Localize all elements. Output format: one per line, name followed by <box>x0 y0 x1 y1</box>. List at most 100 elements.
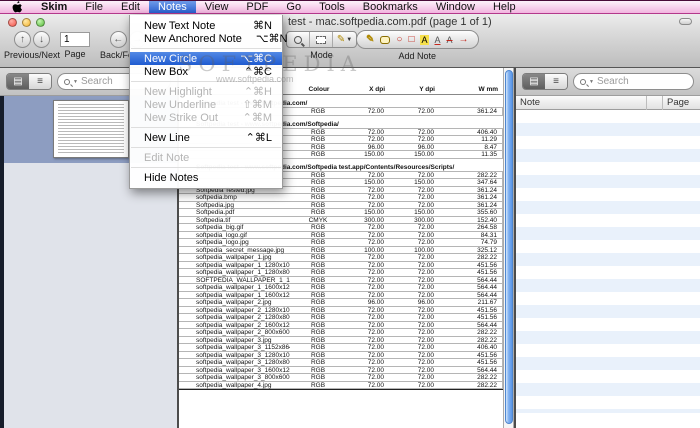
cell-ydpi: 150.00 <box>396 209 446 217</box>
cell-wmm: 564.44 <box>446 284 502 292</box>
cell-ydpi: 72.00 <box>396 108 446 116</box>
cell-wmm: 11.35 <box>446 151 502 159</box>
anchored-note-icon[interactable] <box>380 36 390 44</box>
cell-wmm: 451.56 <box>446 314 502 322</box>
cell-wmm: 564.44 <box>446 292 502 300</box>
menu-separator <box>131 127 281 128</box>
cell-xdpi: 72.00 <box>346 314 396 322</box>
notes-search-field[interactable]: ▼ <box>573 73 694 90</box>
outline-view-button[interactable]: ≡ <box>29 74 51 89</box>
table-row: softpedia_wallpaper_2_1600x1200.jpgRGB72… <box>179 321 503 330</box>
page-column-header[interactable]: Page <box>663 96 700 110</box>
menu-item-shortcut: ⌃⌘M <box>243 111 272 124</box>
menubar-item-help[interactable]: Help <box>484 1 525 13</box>
snapshots-icon: ≡ <box>553 76 559 87</box>
cell-xdpi: 72.00 <box>346 367 396 375</box>
page-thumbnail[interactable] <box>53 100 129 158</box>
menu-item-hide-notes[interactable]: Hide Notes <box>130 171 282 184</box>
menu-item-label: New Strike Out <box>144 112 218 124</box>
close-button[interactable] <box>8 18 17 27</box>
notes-panel-divider[interactable] <box>514 68 516 428</box>
cell-xdpi: 100.00 <box>346 247 396 255</box>
scrollbar-thumb[interactable] <box>505 70 513 424</box>
menu-item-label: New Line <box>144 132 190 144</box>
cell-xdpi: 72.00 <box>346 108 396 116</box>
menu-item-new-box[interactable]: New Box⌃⌘C <box>130 65 282 78</box>
menubar-item-file[interactable]: File <box>76 1 112 13</box>
menu-item-edit-note: Edit Note <box>130 151 282 164</box>
minimize-button[interactable] <box>22 18 31 27</box>
table-row: softpedia_wallpaper_2_800x600.jpgRGB72.0… <box>179 328 503 337</box>
thumbnail-view-button[interactable]: ▤ <box>7 74 29 89</box>
underline-note-icon[interactable]: A <box>435 35 441 45</box>
titlebar[interactable]: test - mac.softpedia.com.pdf (page 1 of … <box>0 14 700 30</box>
cell-ydpi: 72.00 <box>396 284 446 292</box>
cell-wmm: 451.56 <box>446 269 502 277</box>
next-page-button[interactable]: ↓ <box>33 31 50 48</box>
cell-wmm: 564.44 <box>446 322 502 330</box>
text-note-icon[interactable]: ✎ <box>366 35 374 45</box>
page-number-input[interactable] <box>60 32 90 47</box>
cell-xdpi: 72.00 <box>346 344 396 352</box>
table-row: softpedia_wallpaper_1_1600x1200.GIFRGB72… <box>179 283 503 292</box>
menubar-item-window[interactable]: Window <box>427 1 484 13</box>
notes-list-empty <box>516 110 700 413</box>
cell-colour: RGB <box>290 151 346 159</box>
cell-colour: RGB <box>290 329 346 337</box>
menu-separator <box>131 81 281 82</box>
box-note-icon[interactable]: □ <box>408 35 414 45</box>
cell-ydpi: 72.00 <box>396 172 446 180</box>
menubar-item-go[interactable]: Go <box>277 1 310 13</box>
previous-page-button[interactable]: ↑ <box>14 31 31 48</box>
highlight-note-icon[interactable]: A <box>420 35 428 45</box>
content-area: ▤ ≡ ▼ ColourX dpiY dp <box>0 68 700 428</box>
menu-item-new-circle[interactable]: New Circle⌥⌘C <box>130 52 282 65</box>
menubar-item-tools[interactable]: Tools <box>310 1 354 13</box>
cell-xdpi: 150.00 <box>346 179 396 187</box>
thumbnail-content <box>58 104 124 154</box>
menubar-item-view[interactable]: View <box>196 1 238 13</box>
line-note-icon[interactable]: → <box>459 35 469 45</box>
cell-colour: RGB <box>290 129 346 137</box>
cell-ydpi: 72.00 <box>396 359 446 367</box>
note-column-header[interactable]: Note <box>516 96 647 110</box>
menu-item-new-text-note[interactable]: New Text Note⌘N <box>130 19 282 32</box>
menu-item-shortcut: ⌥⌘N <box>256 32 288 45</box>
menubar: SkimFileEditNotesViewPDFGoToolsBookmarks… <box>0 0 700 14</box>
cell-colour: RGB <box>290 359 346 367</box>
menubar-item-pdf[interactable]: PDF <box>237 1 277 13</box>
cell-ydpi: 72.00 <box>396 329 446 337</box>
cell-wmm: 282.22 <box>446 374 502 382</box>
table-row: softpedia_wallpaper_3_1280x800.jpgRGB 72.… <box>179 358 503 367</box>
zoom-tool-button[interactable] <box>287 32 310 47</box>
toolbar-toggle-button[interactable] <box>679 18 692 25</box>
cell-wmm: 282.22 <box>446 172 502 180</box>
notes-list-view-button[interactable]: ▤ <box>523 74 545 89</box>
cell-filename: softpedia_logo.jpg <box>179 239 290 247</box>
list-view-icon: ≡ <box>37 76 43 87</box>
circle-note-icon[interactable]: ○ <box>396 35 402 45</box>
window-chrome: test - mac.softpedia.com.pdf (page 1 of … <box>0 14 700 68</box>
menubar-item-notes[interactable]: Notes <box>149 1 196 13</box>
apple-menu-icon[interactable] <box>12 1 22 13</box>
strikeout-note-icon[interactable]: A <box>447 35 453 45</box>
menubar-item-bookmarks[interactable]: Bookmarks <box>354 1 427 13</box>
menu-item-new-line[interactable]: New Line⌃⌘L <box>130 131 282 144</box>
note-tool-button[interactable]: ✎▼ <box>333 32 356 47</box>
select-tool-button[interactable] <box>310 32 333 47</box>
menu-item-new-anchored-note[interactable]: New Anchored Note⌥⌘N <box>130 32 282 45</box>
cell-ydpi: 72.00 <box>396 374 446 382</box>
cell-filename: SOFTPEDIA_WALLPAPER_1_1600X1200.BMP <box>179 277 290 285</box>
zoom-button[interactable] <box>36 18 45 27</box>
snapshots-view-button[interactable]: ≡ <box>545 74 567 89</box>
type-column-header[interactable] <box>647 96 663 110</box>
cell-colour: RGB <box>290 254 346 262</box>
search-options-caret-icon: ▼ <box>589 79 594 85</box>
vertical-scrollbar[interactable] <box>503 68 514 428</box>
back-button[interactable]: ← <box>110 31 127 48</box>
menubar-item-skim[interactable]: Skim <box>32 1 76 13</box>
cell-colour: RGB <box>290 322 346 330</box>
cell-filename: softpedia_wallpaper_3_1280x800.jpg <box>179 359 290 367</box>
notes-search-input[interactable] <box>597 76 687 87</box>
menubar-item-edit[interactable]: Edit <box>112 1 149 13</box>
